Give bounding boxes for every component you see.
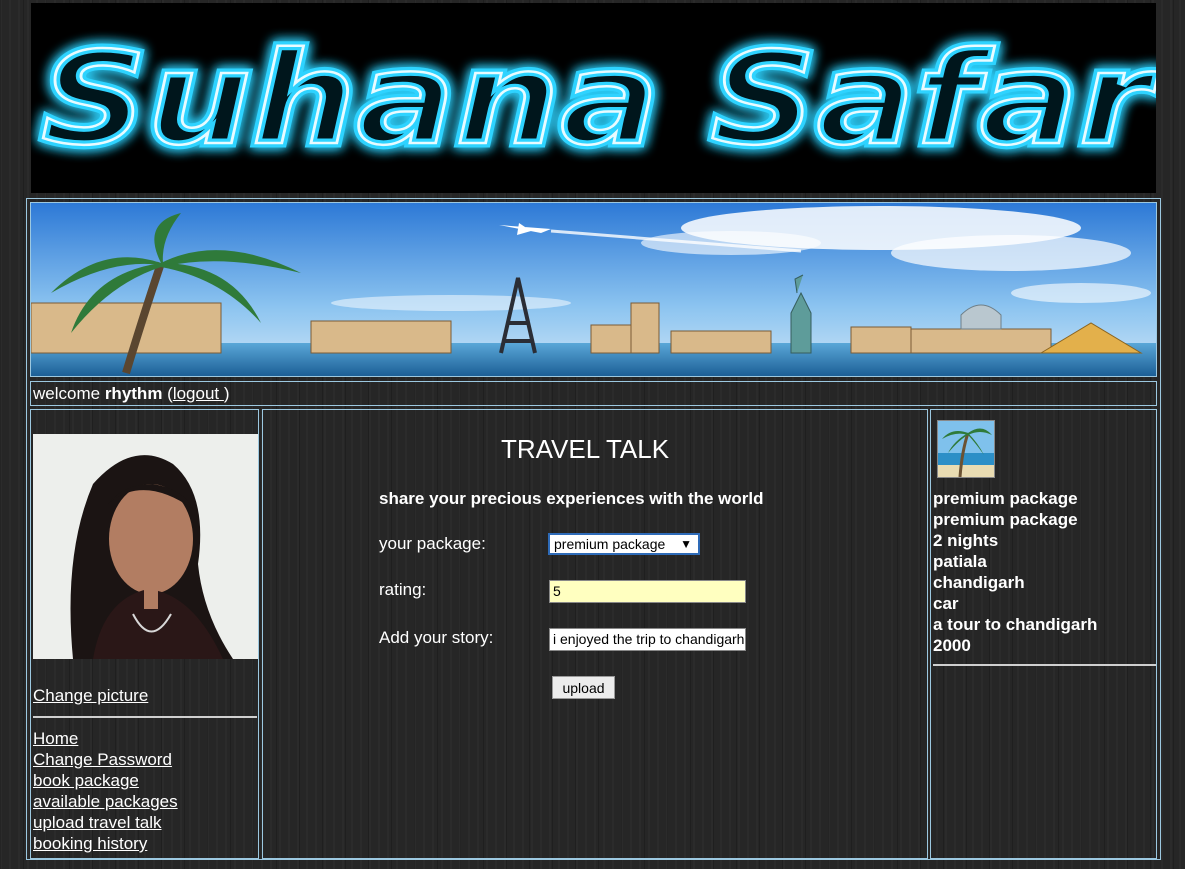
package-details: premium package premium package 2 nights… (933, 488, 1097, 656)
change-picture-link[interactable]: Change picture (33, 686, 148, 706)
sidebar-divider (33, 716, 257, 718)
paren-open: ( (162, 384, 173, 403)
site-logo-banner: Suhana Safar Suhana Safar (31, 3, 1156, 193)
page-title: TRAVEL TALK (500, 434, 670, 464)
package-info-panel: premium package premium package 2 nights… (930, 409, 1157, 859)
username: rhythm (104, 384, 163, 403)
hero-illustration (31, 203, 1156, 376)
sidebar-item-book-package[interactable]: book package (33, 770, 178, 791)
welcome-prefix: welcome (33, 384, 105, 403)
beach-thumbnail-icon (938, 421, 994, 477)
story-label: Add your story: (379, 628, 494, 647)
package-line: premium package (933, 510, 1078, 529)
travel-talk-form: TRAVEL TALK share your precious experien… (262, 409, 928, 859)
package-line: a tour to chandigarh (933, 615, 1098, 634)
package-line: car (933, 594, 959, 613)
package-line: patiala (933, 552, 987, 571)
package-divider (933, 664, 1156, 666)
sidebar-item-upload-travel-talk[interactable]: upload travel talk (33, 812, 178, 833)
neon-logo: Suhana Safar Suhana Safar (37, 21, 1157, 179)
sidebar-item-change-password[interactable]: Change Password (33, 749, 178, 770)
rating-label: rating: (379, 580, 427, 599)
travel-hero-banner (30, 202, 1157, 377)
package-line: premium package (933, 489, 1078, 508)
form-subtitle: share your precious experiences with the… (379, 489, 764, 508)
profile-avatar (33, 434, 258, 659)
profile-photo (33, 434, 258, 659)
package-thumbnail (937, 420, 995, 478)
sidebar-nav: Home Change Password book package availa… (33, 728, 178, 854)
package-label: your package: (379, 534, 486, 553)
upload-button[interactable]: upload (552, 676, 615, 699)
sidebar-item-available-packages[interactable]: available packages (33, 791, 178, 812)
sidebar-item-home[interactable]: Home (33, 728, 178, 749)
left-sidebar: Change picture Home Change Password book… (30, 409, 259, 859)
package-select[interactable]: premium package ▼ (548, 533, 700, 555)
package-line: 2000 (933, 636, 971, 655)
content-table: welcome rhythm (logout ) Change picture … (26, 198, 1161, 860)
logo-text-highlight: Suhana Safar (41, 25, 1156, 174)
rating-input[interactable]: 5 (549, 580, 746, 603)
welcome-bar: welcome rhythm (logout ) (30, 381, 1157, 406)
package-line: 2 nights (933, 531, 999, 550)
sidebar-item-booking-history[interactable]: booking history (33, 833, 178, 854)
logout-link[interactable]: logout (173, 384, 224, 403)
package-select-value: premium package (554, 536, 666, 552)
package-line: chandigarh (933, 573, 1025, 592)
story-input[interactable]: i enjoyed the trip to chandigarh (549, 628, 746, 651)
dropdown-arrow-icon: ▼ (680, 537, 692, 551)
paren-close: ) (223, 384, 230, 403)
